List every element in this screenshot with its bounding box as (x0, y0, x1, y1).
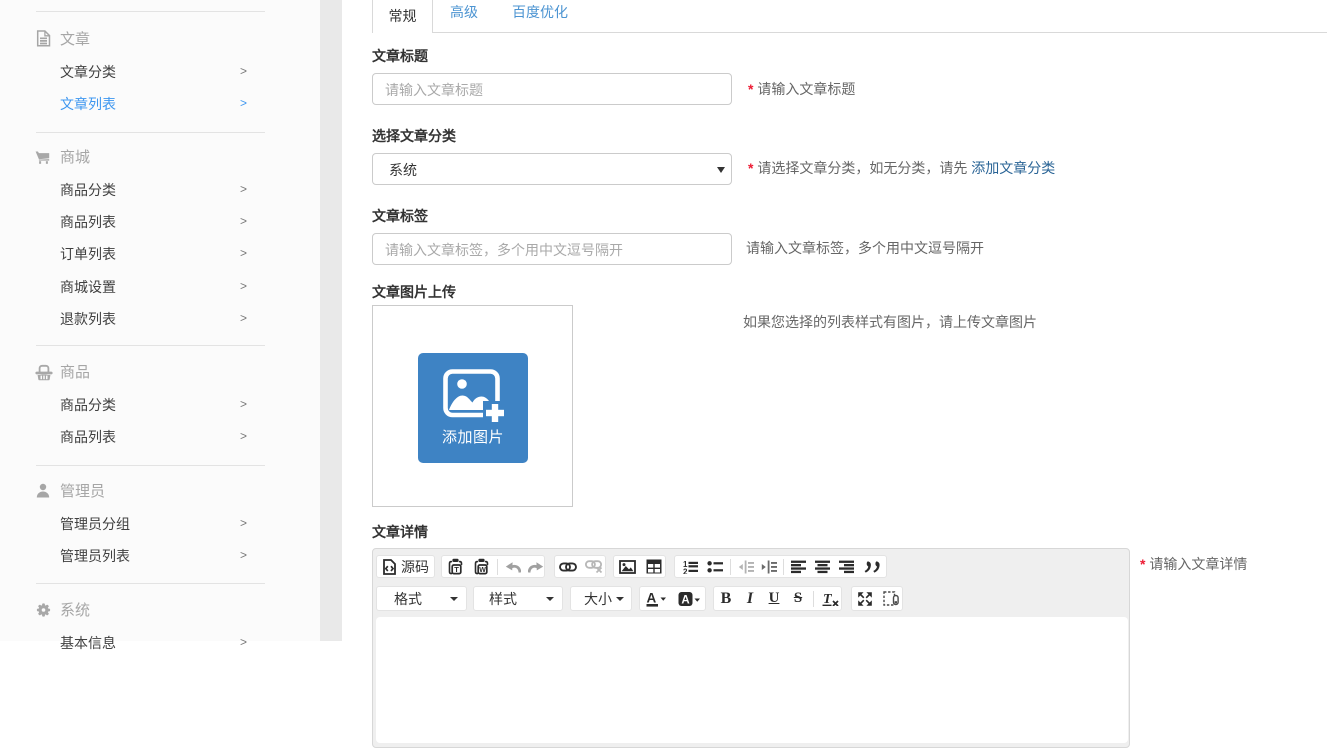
svg-text:A: A (681, 594, 689, 606)
svg-text:T: T (823, 592, 833, 606)
svg-text:W: W (479, 567, 486, 574)
svg-text:A: A (647, 591, 657, 606)
svg-text:2: 2 (683, 567, 688, 574)
svg-text:T: T (454, 565, 459, 574)
